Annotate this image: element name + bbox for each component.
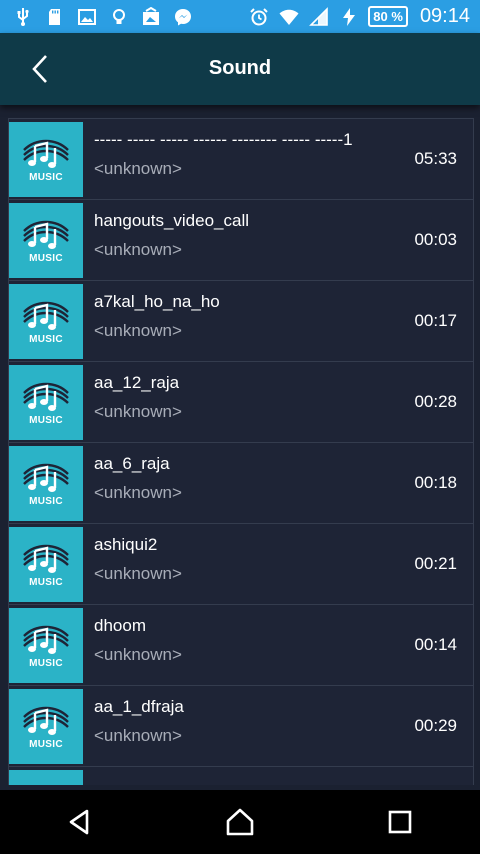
track-artist: <unknown> [94, 159, 182, 178]
track-row[interactable]: MUSIC aa_1_dfraja <unknown> 00:29 [8, 685, 474, 766]
status-bar: 80 % 09:14 [0, 0, 480, 33]
signal-icon [308, 6, 330, 28]
track-artist: <unknown> [94, 483, 182, 502]
track-artist: <unknown> [94, 645, 182, 664]
nav-recents-button[interactable] [370, 792, 430, 852]
track-duration: 00:28 [414, 392, 457, 411]
thumbnail-label: MUSIC [29, 172, 63, 183]
track-thumbnail: MUSIC [9, 689, 83, 764]
thumbnail-label: MUSIC [29, 577, 63, 588]
music-notes-icon [23, 544, 69, 573]
track-thumbnail: MUSIC [9, 365, 83, 440]
track-row[interactable]: MUSIC ----- ----- ----- ------ -------- -… [8, 118, 474, 199]
bulb-icon [108, 6, 130, 28]
music-notes-icon [23, 706, 69, 735]
track-thumbnail: MUSIC [9, 527, 83, 602]
status-clock: 09:14 [419, 5, 470, 27]
nav-home-button[interactable] [210, 792, 270, 852]
music-notes-icon [23, 139, 69, 168]
track-title: aa_12_raja [94, 373, 180, 392]
track-duration: 00:03 [414, 230, 457, 249]
thumbnail-label: MUSIC [29, 334, 63, 345]
sd-card-icon [44, 6, 66, 28]
app-bar: Sound [0, 33, 480, 105]
track-title: hangouts_video_call [94, 211, 250, 230]
track-row[interactable]: MUSIC aa_12_raja <unknown> 00:28 [8, 361, 474, 442]
track-thumbnail: MUSIC [9, 608, 83, 683]
gallery-icon [140, 6, 162, 28]
track-title: ashiqui2 [94, 535, 158, 554]
image-icon [76, 6, 98, 28]
thumbnail-label: MUSIC [29, 658, 63, 669]
alarm-icon [248, 6, 270, 28]
track-row[interactable]: MUSIC hangouts_video_call <unknown> 00:03 [8, 199, 474, 280]
track-list[interactable]: MUSIC ----- ----- ----- ------ -------- -… [8, 118, 474, 785]
track-artist: <unknown> [94, 726, 182, 745]
battery-indicator: 80 % [368, 6, 408, 27]
track-row[interactable]: MUSIC ashiqui2 <unknown> 00:21 [8, 523, 474, 604]
music-notes-icon [23, 301, 69, 330]
square-recents-icon [388, 810, 412, 834]
track-title: aa_6_raja [94, 454, 170, 473]
track-title: dhoom [94, 616, 146, 635]
track-row[interactable]: MUSIC dhoom <unknown> 00:14 [8, 604, 474, 685]
nav-back-button[interactable] [50, 792, 110, 852]
track-row[interactable]: MUSIC aa_6_raja <unknown> 00:18 [8, 442, 474, 523]
thumbnail-label: MUSIC [29, 415, 63, 426]
track-thumbnail: MUSIC [9, 446, 83, 521]
track-duration: 00:17 [414, 311, 457, 330]
track-thumbnail: MUSIC [9, 122, 83, 197]
home-icon [226, 808, 254, 836]
track-row[interactable]: MUSIC a7kal_ho_na_ho <unknown> 00:17 [8, 280, 474, 361]
page-title: Sound [208, 57, 272, 79]
music-notes-icon [23, 463, 69, 492]
track-artist: <unknown> [94, 564, 182, 583]
track-thumbnail [9, 770, 83, 785]
track-artist: <unknown> [94, 240, 182, 259]
track-thumbnail: MUSIC [9, 203, 83, 278]
thumbnail-label: MUSIC [29, 253, 63, 264]
track-artist: <unknown> [94, 321, 182, 340]
music-notes-icon [23, 625, 69, 654]
wifi-icon [278, 6, 300, 28]
track-duration: 00:29 [414, 716, 457, 735]
track-title: ----- ----- ----- ------ -------- ----- … [94, 130, 353, 149]
track-thumbnail: MUSIC [9, 284, 83, 359]
track-duration: 00:18 [414, 473, 457, 492]
track-artist: <unknown> [94, 402, 182, 421]
track-title: a7kal_ho_na_ho [94, 292, 220, 311]
track-duration: 00:14 [414, 635, 457, 654]
navigation-bar [0, 790, 480, 854]
thumbnail-label: MUSIC [29, 496, 63, 507]
track-duration: 00:21 [414, 554, 457, 573]
music-notes-icon [23, 382, 69, 411]
thumbnail-label: MUSIC [29, 739, 63, 750]
usb-icon [12, 6, 34, 28]
music-notes-icon [23, 220, 69, 249]
track-duration: 05:33 [414, 149, 457, 168]
track-row[interactable] [8, 766, 474, 785]
charging-icon [338, 6, 360, 28]
triangle-back-icon [69, 809, 89, 835]
track-title: aa_1_dfraja [94, 697, 184, 716]
messenger-icon [172, 6, 194, 28]
